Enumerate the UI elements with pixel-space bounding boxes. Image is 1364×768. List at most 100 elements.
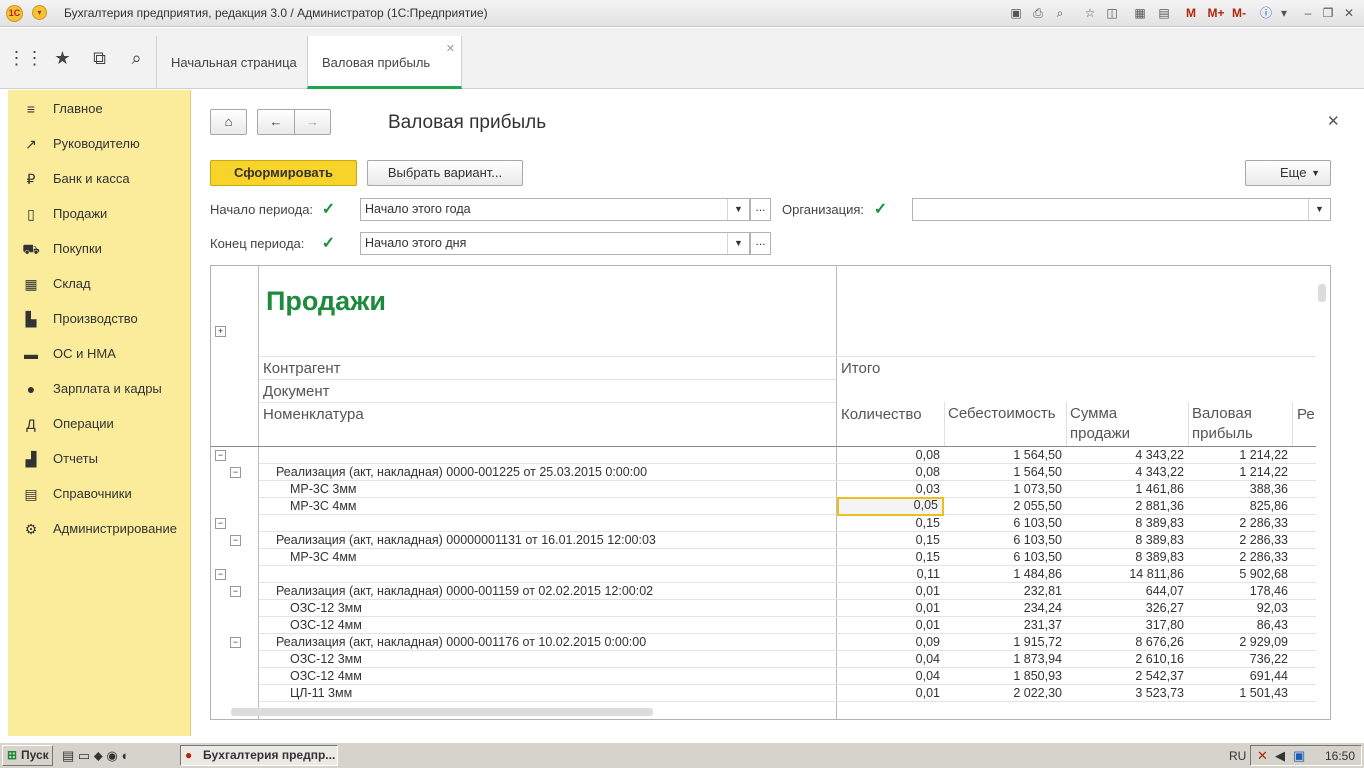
- start-button[interactable]: ⊞ Пуск: [2, 745, 53, 766]
- history-icon[interactable]: ⧉: [81, 28, 118, 89]
- memory-plus-button[interactable]: M+: [1206, 5, 1226, 21]
- table-row[interactable]: ЦЛ-11 3мм 0,01 2 022,30 3 523,73 1 501,43: [211, 685, 1316, 702]
- close-tab-icon[interactable]: ✕: [446, 23, 455, 76]
- table-row[interactable]: − Реализация (акт, накладная) 0000-001225…: [211, 464, 1316, 481]
- collapse-icon[interactable]: −: [215, 450, 226, 461]
- cell-gross-profit: 1 501,43: [1239, 686, 1288, 700]
- dropdown-arrow-icon[interactable]: ▼: [727, 233, 749, 254]
- cell-sales-sum: 644,07: [1145, 584, 1184, 598]
- table-row[interactable]: − 0,15 6 103,50 8 389,83 2 286,33: [211, 515, 1316, 532]
- more-button[interactable]: Еще ▼: [1245, 160, 1331, 186]
- tab-start-page[interactable]: Начальная страница: [156, 36, 311, 89]
- close-window-icon[interactable]: ✕: [1341, 5, 1357, 21]
- sidebar-item-production[interactable]: ▙ Производство: [8, 301, 191, 336]
- vertical-scrollbar-thumb[interactable]: [1318, 284, 1326, 302]
- table-row[interactable]: ОЗС-12 3мм 0,04 1 873,94 2 610,16 736,22: [211, 651, 1316, 668]
- table-row[interactable]: − 0,08 1 564,50 4 343,22 1 214,22: [211, 447, 1316, 464]
- table-row[interactable]: ОЗС-12 3мм 0,01 234,24 326,27 92,03: [211, 600, 1316, 617]
- table-row[interactable]: МР-3С 4мм 0,05 2 055,50 2 881,36 825,86: [211, 497, 1316, 516]
- collapse-icon[interactable]: −: [215, 569, 226, 580]
- table-row[interactable]: − Реализация (акт, накладная) 0000-001176…: [211, 634, 1316, 651]
- bar-chart-icon: ▟: [25, 451, 37, 467]
- main-menu-icon[interactable]: ▾: [32, 5, 47, 20]
- minimize-icon[interactable]: –: [1300, 5, 1316, 21]
- sidebar-item-admin[interactable]: ⚙ Администрирование: [8, 511, 191, 546]
- dropdown-arrow-icon[interactable]: ▼: [1308, 199, 1330, 220]
- column-header-gross-profit: Валовая прибыль: [1192, 405, 1253, 442]
- report-title: Продажи: [266, 286, 386, 316]
- search-icon[interactable]: ⌕: [118, 28, 155, 89]
- quick-launch-icons[interactable]: ▤ ▭ ⬥ ◉ ◐: [62, 748, 129, 764]
- table-row[interactable]: МР-3С 3мм 0,03 1 073,50 1 461,86 388,36: [211, 481, 1316, 498]
- cell-cost: 231,37: [1023, 618, 1062, 632]
- collapse-icon[interactable]: −: [230, 637, 241, 648]
- more-label: Еще: [1280, 165, 1307, 180]
- star-icon[interactable]: ★: [44, 28, 81, 89]
- sidebar-item-bank[interactable]: ₽ Банк и касса: [8, 161, 191, 196]
- sidebar-item-label: Покупки: [53, 241, 102, 256]
- sidebar-item-operations[interactable]: Д Операции: [8, 406, 191, 441]
- network-icon[interactable]: ▣: [1293, 748, 1305, 764]
- history-icon[interactable]: ◫: [1104, 5, 1120, 21]
- apps-grid-icon[interactable]: ⋮⋮: [7, 28, 44, 89]
- collapse-icon[interactable]: −: [215, 518, 226, 529]
- info-dropdown-icon[interactable]: ▾: [1276, 5, 1292, 21]
- sidebar-item-reports[interactable]: ▟ Отчеты: [8, 441, 191, 476]
- preview-icon[interactable]: ⌕: [1052, 5, 1068, 21]
- tray-icon-1c[interactable]: ✕: [1257, 748, 1268, 764]
- back-button[interactable]: ←: [257, 109, 294, 135]
- organization-checkbox[interactable]: ✓: [872, 201, 889, 218]
- sidebar-item-warehouse[interactable]: ▦ Склад: [8, 266, 191, 301]
- collapse-icon[interactable]: −: [230, 586, 241, 597]
- cell-gross-profit: 2 286,33: [1239, 550, 1288, 564]
- table-row[interactable]: ОЗС-12 4мм 0,04 1 850,93 2 542,37 691,44: [211, 668, 1316, 685]
- sidebar-item-salary[interactable]: ● Зарплата и кадры: [8, 371, 191, 406]
- table-row[interactable]: − Реализация (акт, накладная) 0000-001159…: [211, 583, 1316, 600]
- close-form-icon[interactable]: ✕: [1327, 112, 1340, 130]
- tab-gross-profit[interactable]: Валовая прибыль ✕: [307, 36, 462, 89]
- table-row[interactable]: − 0,11 1 484,86 14 811,86 5 902,68: [211, 566, 1316, 583]
- calendar-icon[interactable]: ▤: [1156, 5, 1172, 21]
- period-start-select-button[interactable]: ...: [750, 198, 771, 221]
- collapse-icon[interactable]: −: [230, 467, 241, 478]
- save-icon[interactable]: ▣: [1008, 5, 1024, 21]
- memory-m-button[interactable]: M: [1183, 5, 1199, 21]
- table-row[interactable]: − Реализация (акт, накладная) 00000001131…: [211, 532, 1316, 549]
- period-start-checkbox[interactable]: ✓: [320, 201, 337, 218]
- home-button[interactable]: ⌂: [210, 109, 247, 135]
- sidebar-item-purchases[interactable]: ⛟ Покупки: [8, 231, 191, 266]
- warehouse-icon: ▦: [24, 276, 38, 292]
- sidebar-item-directories[interactable]: ▤ Справочники: [8, 476, 191, 511]
- period-end-checkbox[interactable]: ✓: [320, 235, 337, 252]
- cell-quantity: 0,01: [915, 686, 940, 700]
- select-variant-button[interactable]: Выбрать вариант...: [367, 160, 523, 186]
- sidebar-item-assets[interactable]: ▬ ОС и НМА: [8, 336, 191, 371]
- print-icon[interactable]: ⎙: [1030, 5, 1046, 21]
- period-start-field[interactable]: Начало этого года ▼: [360, 198, 750, 221]
- table-row[interactable]: ОЗС-12 4мм 0,01 231,37 317,80 86,43: [211, 617, 1316, 634]
- sidebar-item-manager[interactable]: ↗ Руководителю: [8, 126, 191, 161]
- volume-icon[interactable]: ◀: [1275, 748, 1285, 764]
- organization-field[interactable]: ▼: [912, 198, 1331, 221]
- favorites-icon[interactable]: ☆: [1082, 5, 1098, 21]
- period-end-select-button[interactable]: ...: [750, 232, 771, 255]
- sidebar-item-main[interactable]: ≡ Главное: [8, 91, 191, 126]
- forward-button[interactable]: →: [294, 109, 331, 135]
- generate-button[interactable]: Сформировать: [210, 160, 357, 186]
- taskbar-task-1c[interactable]: ● Бухгалтерия предпр...: [180, 745, 338, 766]
- horizontal-scrollbar-thumb[interactable]: [231, 708, 653, 716]
- sidebar-item-sales[interactable]: ▯ Продажи: [8, 196, 191, 231]
- dropdown-arrow-icon[interactable]: ▼: [727, 199, 749, 220]
- restore-icon[interactable]: ❐: [1320, 5, 1336, 21]
- sidebar-item-label: Администрирование: [53, 521, 177, 536]
- language-indicator[interactable]: RU: [1229, 749, 1246, 763]
- table-row[interactable]: МР-3С 4мм 0,15 6 103,50 8 389,83 2 286,33: [211, 549, 1316, 566]
- info-icon[interactable]: ⓘ: [1258, 5, 1274, 21]
- collapse-icon[interactable]: −: [230, 535, 241, 546]
- memory-minus-button[interactable]: M-: [1229, 5, 1249, 21]
- expand-all-icon[interactable]: +: [215, 326, 226, 337]
- calculator-icon[interactable]: ▦: [1132, 5, 1148, 21]
- cell-quantity: 0,11: [916, 567, 940, 581]
- report-spreadsheet[interactable]: + Продажи Контрагент Итого Документ Номе…: [210, 265, 1331, 720]
- period-end-field[interactable]: Начало этого дня ▼: [360, 232, 750, 255]
